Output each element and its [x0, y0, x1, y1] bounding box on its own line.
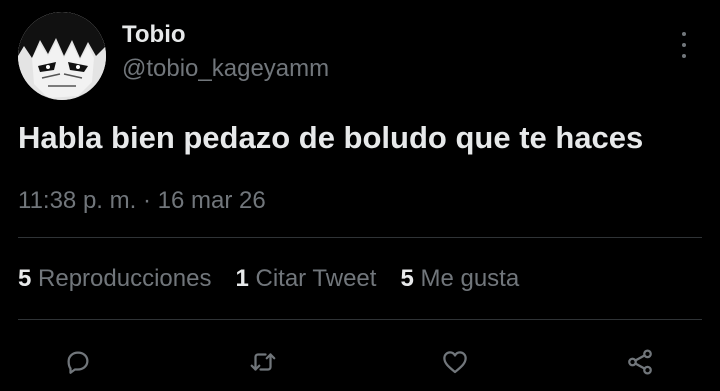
divider	[18, 237, 702, 238]
more-vertical-icon[interactable]	[674, 32, 694, 58]
tweet-date[interactable]: 16 mar 26	[158, 187, 266, 214]
stat-quote-tweets[interactable]: 1 Citar Tweet	[235, 264, 376, 294]
more-dot	[682, 32, 686, 36]
tweet-timestamp: 11:38 p. m. · 16 mar 26	[18, 186, 266, 216]
tweet-header: Tobio @tobio_kageyamm	[18, 12, 702, 104]
tweet-text: Habla bien pedazo de boludo que te haces	[18, 120, 644, 155]
share-button[interactable]	[618, 340, 662, 384]
avatar[interactable]	[18, 12, 106, 100]
user-handle[interactable]: @tobio_kageyamm	[122, 54, 329, 84]
stat-label: Citar Tweet	[255, 265, 377, 292]
action-bar	[0, 340, 720, 384]
heart-icon	[443, 351, 467, 374]
stat-count: 1	[235, 265, 249, 292]
reply-icon	[67, 351, 89, 374]
reply-button[interactable]	[56, 340, 100, 384]
display-name[interactable]: Tobio	[122, 20, 329, 50]
stat-label: Reproducciones	[38, 265, 212, 292]
stat-count: 5	[18, 265, 32, 292]
tweet-stats: 5 Reproducciones 1 Citar Tweet 5 Me gust…	[18, 264, 543, 294]
manga-character-avatar-image	[18, 12, 106, 100]
author-names: Tobio @tobio_kageyamm	[122, 20, 329, 84]
more-dot	[682, 54, 686, 58]
like-button[interactable]	[433, 340, 477, 384]
more-dot	[682, 43, 686, 47]
share-icon	[628, 349, 652, 375]
stat-views[interactable]: 5 Reproducciones	[18, 264, 211, 294]
divider	[18, 319, 702, 320]
stat-count: 5	[400, 265, 414, 292]
meta-separator: ·	[142, 187, 151, 214]
stat-likes[interactable]: 5 Me gusta	[400, 264, 519, 294]
tweet-time[interactable]: 11:38 p. m.	[18, 187, 136, 214]
stat-label: Me gusta	[420, 265, 520, 292]
retweet-icon	[250, 353, 276, 371]
retweet-button[interactable]	[241, 340, 285, 384]
